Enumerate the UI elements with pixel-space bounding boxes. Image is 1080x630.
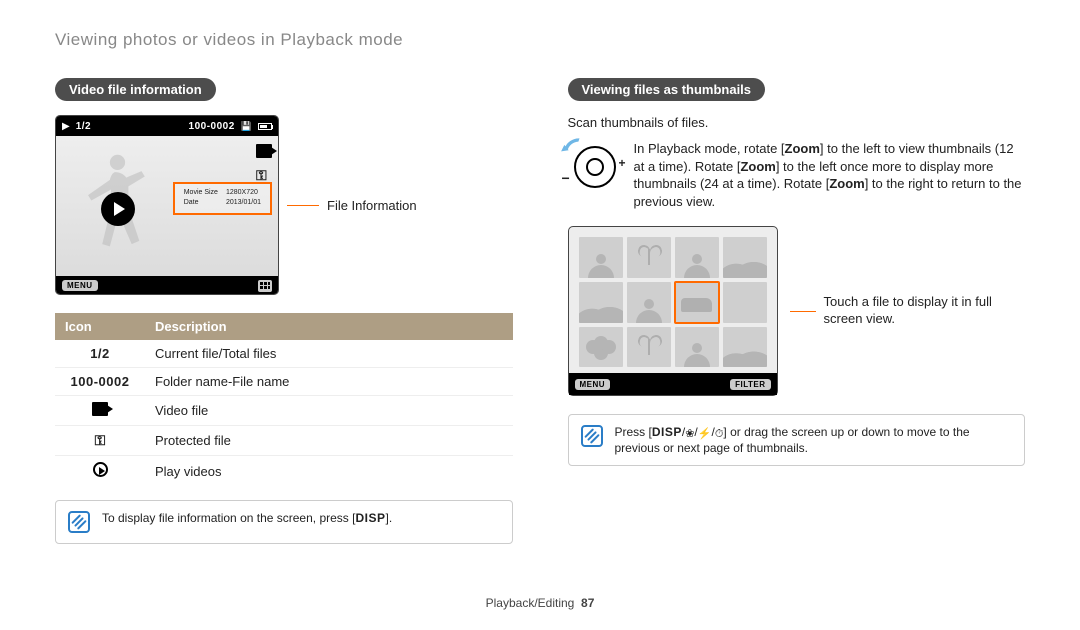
table-row: Play videos bbox=[55, 456, 513, 487]
row-icon: 100-0002 bbox=[71, 374, 130, 389]
section-heading-right: Viewing files as thumbnails bbox=[568, 78, 766, 101]
file-info-callout: File Information bbox=[327, 198, 417, 213]
row-icon bbox=[92, 402, 108, 416]
sd-icon: 💾 bbox=[241, 121, 252, 132]
col-header-icon: Icon bbox=[55, 313, 145, 340]
page-title: Viewing photos or videos in Playback mod… bbox=[55, 30, 1025, 50]
zoom-minus-icon: − bbox=[562, 170, 570, 186]
note-icon bbox=[68, 511, 90, 533]
thumbnail-item[interactable] bbox=[723, 237, 767, 278]
filter-button[interactable]: FILTER bbox=[730, 379, 770, 390]
thumbnail-callout: Touch a file to display it in full scree… bbox=[824, 294, 1024, 328]
row-description: Folder name-File name bbox=[145, 368, 513, 396]
zoom-description: In Playback mode, rotate [Zoom] to the l… bbox=[634, 140, 1026, 210]
file-id: 100-0002 bbox=[189, 121, 235, 132]
table-row: Video file bbox=[55, 396, 513, 426]
thumbnail-item[interactable] bbox=[723, 327, 767, 368]
flash-icon: ⚡ bbox=[698, 427, 712, 440]
page-footer: Playback/Editing 87 bbox=[0, 596, 1080, 610]
row-icon bbox=[93, 462, 108, 477]
note-text-left: To display file information on the scree… bbox=[102, 511, 392, 525]
thumbnail-item[interactable] bbox=[675, 237, 719, 278]
zoom-dial-icon: + − bbox=[568, 140, 622, 194]
note-box-right: Press [DISP/❀/⚡/⏱] or drag the screen up… bbox=[568, 414, 1026, 466]
menu-button[interactable]: MENU bbox=[575, 379, 611, 390]
row-description: Play videos bbox=[145, 456, 513, 487]
thumbnail-item[interactable] bbox=[627, 282, 671, 323]
table-row: 1/2 Current file/Total files bbox=[55, 340, 513, 368]
file-info-overlay: Movie Size1280X720 Date2013/01/01 bbox=[173, 182, 272, 215]
thumbnail-item-selected[interactable] bbox=[675, 282, 719, 323]
row-description: Protected file bbox=[145, 426, 513, 456]
note-box-left: To display file information on the scree… bbox=[55, 500, 513, 544]
play-mode-icon: ▶ bbox=[62, 121, 70, 132]
thumbnail-view-button[interactable] bbox=[258, 280, 272, 292]
video-info-screen: ▶ 1/2 100-0002 💾 ⚿ bbox=[55, 115, 279, 295]
thumbnail-item[interactable] bbox=[627, 237, 671, 278]
row-description: Current file/Total files bbox=[145, 340, 513, 368]
col-header-desc: Description bbox=[145, 313, 513, 340]
thumbnail-item[interactable] bbox=[723, 282, 767, 323]
note-icon bbox=[581, 425, 603, 447]
thumbnail-item[interactable] bbox=[579, 237, 623, 278]
note-text-right: Press [DISP/❀/⚡/⏱] or drag the screen up… bbox=[615, 425, 1013, 455]
thumbnail-item[interactable] bbox=[579, 282, 623, 323]
left-column: Video file information ▶ 1/2 100-0002 💾 bbox=[55, 78, 513, 544]
row-description: Video file bbox=[145, 396, 513, 426]
thumbnail-item[interactable] bbox=[579, 327, 623, 368]
callout-connector bbox=[790, 311, 816, 312]
right-column: Viewing files as thumbnails Scan thumbna… bbox=[568, 78, 1026, 544]
battery-icon bbox=[258, 123, 272, 130]
thumbnail-grid-screen: MENU FILTER bbox=[568, 226, 778, 396]
thumbnail-item[interactable] bbox=[627, 327, 671, 368]
section-heading-left: Video file information bbox=[55, 78, 216, 101]
row-icon: ⚿ bbox=[95, 432, 106, 449]
menu-button[interactable]: MENU bbox=[62, 280, 98, 291]
screen-top-bar: ▶ 1/2 100-0002 💾 bbox=[56, 116, 278, 136]
icon-description-table: Icon Description 1/2 Current file/Total f… bbox=[55, 313, 513, 486]
table-row: 100-0002 Folder name-File name bbox=[55, 368, 513, 396]
table-row: ⚿ Protected file bbox=[55, 426, 513, 456]
file-counter: 1/2 bbox=[76, 121, 91, 132]
row-icon: 1/2 bbox=[90, 346, 110, 361]
callout-connector bbox=[287, 205, 319, 206]
video-file-icon bbox=[256, 144, 272, 161]
thumbnails-intro: Scan thumbnails of files. bbox=[568, 115, 1026, 130]
thumbnail-item[interactable] bbox=[675, 327, 719, 368]
zoom-plus-icon: + bbox=[618, 156, 625, 170]
play-button[interactable] bbox=[101, 192, 135, 226]
